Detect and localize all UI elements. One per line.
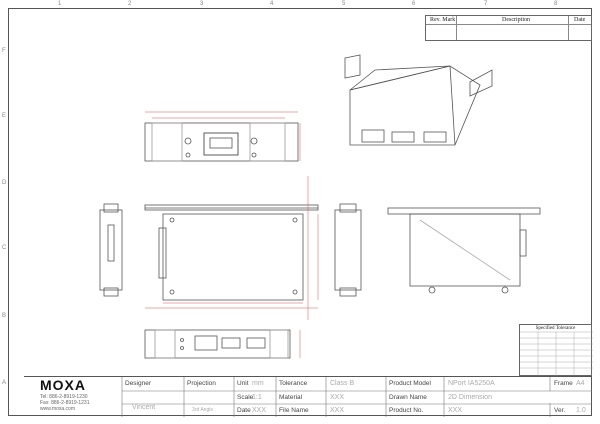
frame-label: Frame	[554, 380, 573, 387]
product-no-label: Product No.	[389, 407, 424, 414]
ver-label: Ver.	[554, 407, 566, 414]
product-model-value: NPort IA5250A	[448, 380, 495, 387]
rear-view	[387, 207, 541, 294]
date-label: Date	[237, 407, 251, 414]
filename-label: File Name	[279, 407, 309, 414]
product-model-label: Product Model	[389, 380, 431, 387]
designer-value: Vincent	[132, 404, 156, 411]
tolerance-value: Class B	[330, 380, 355, 387]
tolerance-label: Tolerance	[279, 380, 308, 387]
frame-value: A4	[576, 380, 585, 387]
tolerance-table: Specified Tolerance	[519, 324, 593, 377]
front-view	[144, 176, 319, 320]
product-no-value: XXX	[448, 407, 463, 414]
designer-label: Designer	[125, 380, 152, 387]
unit-value: mm	[252, 380, 264, 387]
drawn-name-label: Drawn Name	[389, 394, 427, 401]
projection-value: 3rd Angle	[192, 407, 214, 413]
left-side-view	[99, 203, 123, 297]
bottom-view	[144, 329, 301, 359]
scale-value: 1:1	[252, 394, 262, 401]
right-side-view	[334, 203, 362, 297]
isometric-view	[344, 54, 493, 146]
moxa-logo: MOXA	[40, 377, 86, 393]
material-label: Material	[279, 394, 303, 401]
ver-value: 1.0	[576, 407, 586, 414]
filename-value: XXX	[330, 407, 345, 414]
date-value: XXX	[252, 407, 267, 414]
projection-label: Projection	[187, 380, 216, 387]
top-view	[144, 111, 301, 162]
unit-label: Unit	[237, 380, 249, 387]
title-block: Designer Vincent Projection 3rd Angle Un…	[24, 376, 592, 417]
contact-web: www.moxa.com	[40, 406, 76, 412]
drawn-name-value: 2D Dimension	[448, 394, 492, 401]
technical-drawing	[99, 54, 541, 359]
material-value: XXX	[330, 394, 345, 401]
scale-label: Scale	[237, 394, 254, 401]
